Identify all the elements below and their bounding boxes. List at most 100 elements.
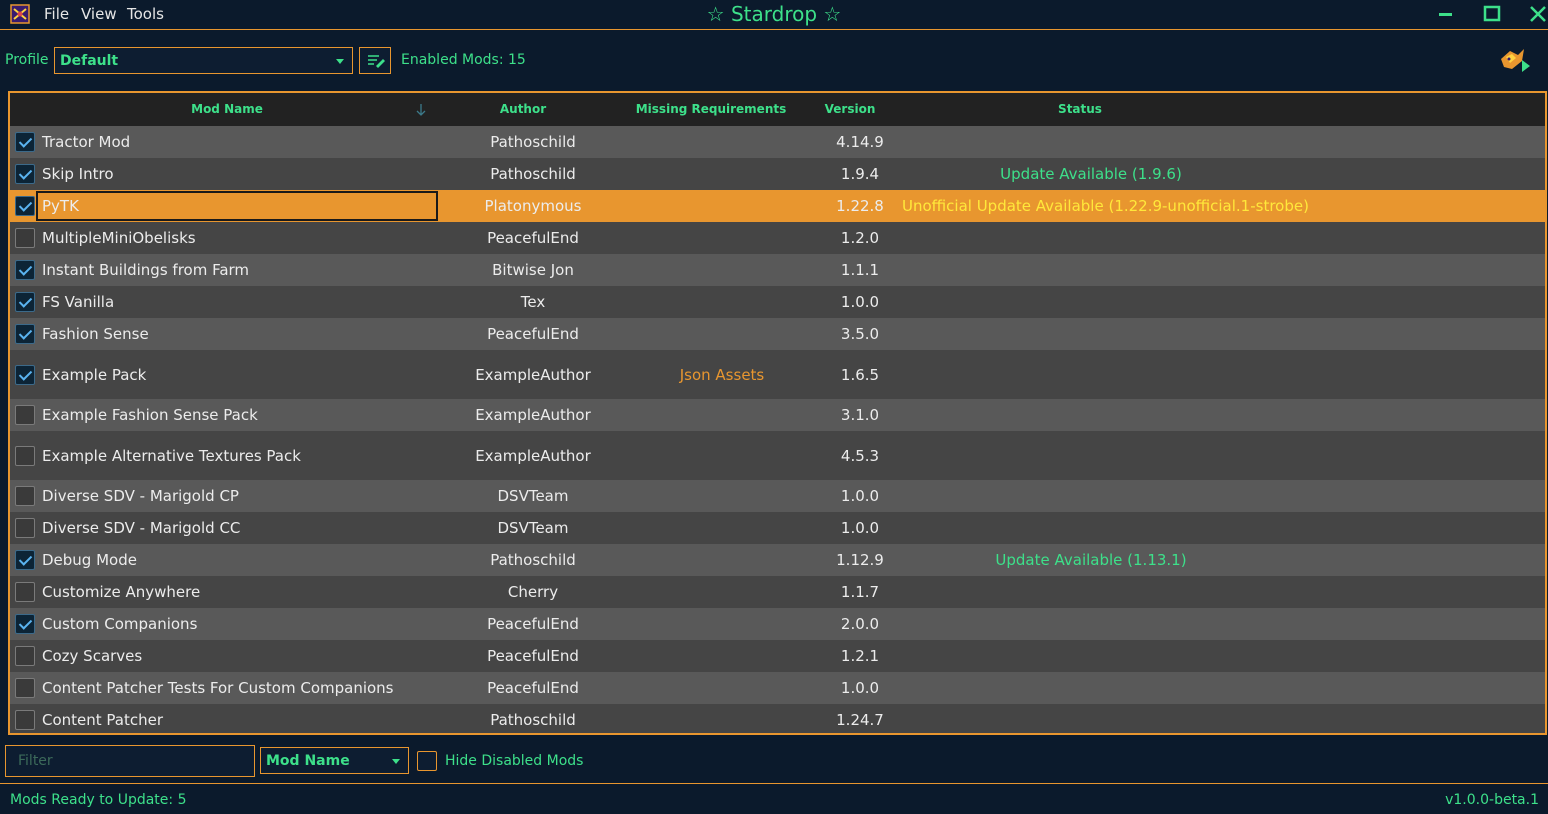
version-cell: 1.0.0 [840, 487, 880, 505]
launch-game-icon[interactable] [1498, 45, 1532, 75]
enable-mod-checkbox[interactable] [15, 365, 35, 385]
minimize-icon[interactable] [1434, 3, 1458, 25]
missing-requirements-cell: Json Assets [679, 366, 765, 384]
enable-mod-checkbox[interactable] [15, 196, 35, 216]
status-cell: Update Available (1.13.1) [995, 551, 1187, 569]
table-row[interactable]: Diverse SDV - Marigold CP DSVTeam 1.0.0 [10, 480, 1545, 512]
author-cell: Cherry [507, 583, 559, 601]
table-row[interactable]: Tractor Mod Pathoschild 4.14.9 [10, 126, 1545, 158]
enable-mod-checkbox[interactable] [15, 446, 35, 466]
version-cell: 1.6.5 [840, 366, 880, 384]
enable-mod-checkbox[interactable] [15, 646, 35, 666]
mod-name-cell: Example Pack [42, 366, 147, 384]
enable-mod-checkbox[interactable] [15, 614, 35, 634]
column-header-status[interactable]: Status [902, 102, 1258, 116]
enable-mod-checkbox[interactable] [15, 518, 35, 538]
table-row[interactable]: Content Patcher Pathoschild 1.24.7 [10, 704, 1545, 733]
menu-tools[interactable]: Tools [127, 5, 164, 23]
table-row[interactable]: Diverse SDV - Marigold CC DSVTeam 1.0.0 [10, 512, 1545, 544]
menu-file[interactable]: File [44, 5, 69, 23]
enable-mod-checkbox[interactable] [15, 260, 35, 280]
sort-descending-icon [416, 104, 426, 116]
table-row[interactable]: MultipleMiniObelisks PeacefulEnd 1.2.0 [10, 222, 1545, 254]
table-row[interactable]: Fashion Sense PeacefulEnd 3.5.0 [10, 318, 1545, 350]
menu-view[interactable]: View [81, 5, 117, 23]
table-row[interactable]: FS Vanilla Tex 1.0.0 [10, 286, 1545, 318]
version-cell: 1.1.7 [840, 583, 880, 601]
version-cell: 1.0.0 [840, 679, 880, 697]
edit-list-icon [368, 55, 385, 68]
author-cell: Platonymous [484, 197, 582, 215]
enable-mod-checkbox[interactable] [15, 292, 35, 312]
mod-name-cell: Fashion Sense [42, 325, 149, 343]
column-header-version[interactable]: Version [798, 102, 902, 116]
table-row[interactable]: Customize Anywhere Cherry 1.1.7 [10, 576, 1545, 608]
author-cell: DSVTeam [497, 519, 569, 537]
enable-mod-checkbox[interactable] [15, 405, 35, 425]
mod-name-cell: Custom Companions [42, 615, 198, 633]
author-cell: ExampleAuthor [475, 406, 591, 424]
mod-name-cell: PyTK [42, 197, 79, 215]
version-cell: 3.1.0 [840, 406, 880, 424]
filter-input[interactable]: Filter [5, 745, 255, 777]
enable-mod-checkbox[interactable] [15, 710, 35, 730]
table-row[interactable]: Debug Mode Pathoschild 1.12.9 Update Availa… [10, 544, 1545, 576]
column-header-mod-name[interactable]: Mod Name [10, 102, 444, 116]
enable-mod-checkbox[interactable] [15, 228, 35, 248]
close-icon[interactable] [1526, 3, 1548, 25]
author-cell: DSVTeam [497, 487, 569, 505]
mod-name-cell: Customize Anywhere [42, 583, 201, 601]
mod-name-cell: Instant Buildings from Farm [42, 261, 250, 279]
filter-column-value: Mod Name [266, 753, 350, 769]
enable-mod-checkbox[interactable] [15, 550, 35, 570]
author-cell: ExampleAuthor [475, 447, 591, 465]
chevron-down-icon [336, 59, 344, 64]
mods-ready-status: Mods Ready to Update: 5 [10, 792, 187, 808]
author-cell: PeacefulEnd [487, 679, 579, 697]
enable-mod-checkbox[interactable] [15, 582, 35, 602]
version-cell: 4.5.3 [840, 447, 880, 465]
author-cell: Bitwise Jon [492, 261, 574, 279]
table-row[interactable]: Custom Companions PeacefulEnd 2.0.0 [10, 608, 1545, 640]
cell-focus-outline [36, 191, 438, 221]
mod-name-cell: Example Alternative Textures Pack [42, 447, 301, 465]
table-row[interactable]: Skip Intro Pathoschild 1.9.4 Update Availab… [10, 158, 1545, 190]
column-header-author[interactable]: Author [444, 102, 602, 116]
version-cell: 1.0.0 [840, 519, 880, 537]
status-cell: Update Available (1.9.6) [1000, 165, 1182, 183]
author-cell: Pathoschild [490, 165, 576, 183]
enable-mod-checkbox[interactable] [15, 486, 35, 506]
status-bar: Mods Ready to Update: 5 v1.0.0-beta.1 [0, 783, 1548, 814]
filter-column-dropdown[interactable]: Mod Name [260, 747, 409, 774]
column-header-missing-requirements[interactable]: Missing Requirements [624, 102, 798, 116]
version-cell: 4.14.9 [836, 133, 884, 151]
table-row[interactable]: Example Alternative Textures Pack Example… [10, 431, 1545, 480]
table-row[interactable]: PyTK Platonymous 1.22.8 Unofficial Update A… [10, 190, 1545, 222]
table-row[interactable]: Example Fashion Sense Pack ExampleAuthor 3… [10, 399, 1545, 431]
mod-name-cell: Diverse SDV - Marigold CC [42, 519, 241, 537]
enable-mod-checkbox[interactable] [15, 132, 35, 152]
author-cell: PeacefulEnd [487, 615, 579, 633]
version-label: v1.0.0-beta.1 [1445, 792, 1539, 808]
grid-header: Mod Name Author Missing Requirements Ver… [10, 93, 1545, 126]
table-row[interactable]: Instant Buildings from Farm Bitwise Jon 1.… [10, 254, 1545, 286]
enable-mod-checkbox[interactable] [15, 678, 35, 698]
version-cell: 1.2.0 [840, 229, 880, 247]
maximize-icon[interactable] [1480, 3, 1504, 25]
mod-name-cell: Cozy Scarves [42, 647, 143, 665]
enable-mod-checkbox[interactable] [15, 164, 35, 184]
version-cell: 1.2.1 [840, 647, 880, 665]
profile-dropdown[interactable]: Default [54, 47, 353, 74]
hide-disabled-checkbox[interactable] [417, 751, 437, 771]
author-cell: PeacefulEnd [487, 229, 579, 247]
enable-mod-checkbox[interactable] [15, 324, 35, 344]
table-row[interactable]: Cozy Scarves PeacefulEnd 1.2.1 [10, 640, 1545, 672]
author-cell: Pathoschild [490, 551, 576, 569]
table-row[interactable]: Content Patcher Tests For Custom Compani… [10, 672, 1545, 704]
mod-name-cell: Debug Mode [42, 551, 137, 569]
table-row[interactable]: Example Pack ExampleAuthor Json Assets 1.6.… [10, 350, 1545, 399]
enabled-mods-count: Enabled Mods: 15 [401, 52, 526, 68]
version-cell: 1.1.1 [840, 261, 880, 279]
author-cell: PeacefulEnd [487, 647, 579, 665]
edit-profiles-button[interactable] [359, 47, 391, 74]
